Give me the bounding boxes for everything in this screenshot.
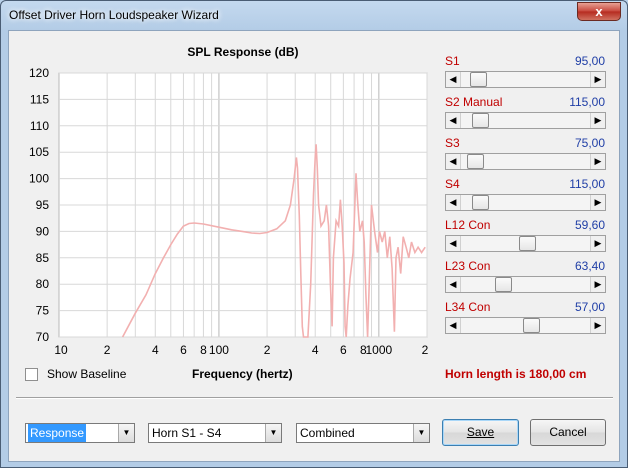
- y-tick-label: 75: [36, 304, 50, 318]
- param-label: L12 Con: [445, 218, 491, 232]
- y-tick-label: 95: [36, 198, 50, 212]
- param-label: S3: [445, 136, 460, 150]
- param-scrollbar[interactable]: ◀ ▶: [445, 317, 606, 334]
- param-scrollbar[interactable]: ◀ ▶: [445, 235, 606, 252]
- chart-title: SPL Response (dB): [187, 45, 298, 59]
- param-label: S2 Manual: [445, 95, 503, 109]
- param-value: 115,00: [569, 95, 605, 109]
- spl-response-chart: SPL Response (dB) 120 115 110 105 100 95 90 85 8…: [29, 45, 429, 357]
- arrow-right-icon[interactable]: ▶: [590, 318, 605, 333]
- param-scrollbar[interactable]: ◀ ▶: [445, 112, 606, 129]
- x-tick-label: 1000: [366, 343, 393, 357]
- param-scrollbar[interactable]: ◀ ▶: [445, 276, 606, 293]
- y-tick-label: 105: [29, 145, 49, 159]
- y-tick-label: 80: [36, 277, 50, 291]
- param-value: 57,00: [574, 300, 605, 314]
- view-select[interactable]: Response ▼: [25, 423, 135, 443]
- scrollbar-thumb[interactable]: [495, 277, 512, 292]
- x-tick-label: 6: [340, 343, 347, 357]
- y-tick-label: 100: [29, 172, 49, 186]
- param-scrollbar[interactable]: ◀ ▶: [445, 153, 606, 170]
- x-tick-label: 8: [200, 343, 207, 357]
- arrow-right-icon[interactable]: ▶: [590, 154, 605, 169]
- param-value: 59,60: [574, 218, 605, 232]
- y-tick-label: 110: [30, 119, 49, 133]
- show-baseline-checkbox[interactable]: [25, 368, 38, 381]
- title-bar: Offset Driver Horn Loudspeaker Wizard x: [1, 1, 627, 29]
- scrollbar-thumb[interactable]: [470, 72, 487, 87]
- param-scrollbar[interactable]: ◀ ▶: [445, 71, 606, 88]
- scrollbar-thumb[interactable]: [472, 113, 489, 128]
- y-tick-label: 85: [36, 251, 50, 265]
- show-baseline-label[interactable]: Show Baseline: [47, 367, 126, 381]
- y-tick-label: 90: [36, 224, 50, 238]
- x-tick-label: 10: [54, 343, 68, 357]
- x-tick-label: 100: [209, 343, 229, 357]
- arrow-left-icon[interactable]: ◀: [446, 154, 461, 169]
- x-tick-label: 2: [264, 343, 271, 357]
- x-tick-label: 4: [152, 343, 159, 357]
- x-tick-label: 4: [312, 343, 319, 357]
- param-value: 75,00: [574, 136, 605, 150]
- param-label: L34 Con: [445, 300, 491, 314]
- save-button-label: Save: [466, 425, 495, 439]
- param-value: 95,00: [574, 54, 605, 68]
- scrollbar-thumb[interactable]: [467, 154, 484, 169]
- window-title: Offset Driver Horn Loudspeaker Wizard: [9, 8, 219, 22]
- arrow-left-icon[interactable]: ◀: [446, 277, 461, 292]
- arrow-left-icon[interactable]: ◀: [446, 113, 461, 128]
- chevron-down-icon[interactable]: ▼: [265, 424, 281, 442]
- cancel-button[interactable]: Cancel: [530, 419, 606, 446]
- y-tick-label: 70: [36, 330, 50, 344]
- arrow-left-icon[interactable]: ◀: [446, 72, 461, 87]
- scrollbar-thumb[interactable]: [523, 318, 540, 333]
- x-tick-label: 2: [104, 343, 111, 357]
- arrow-left-icon[interactable]: ◀: [446, 236, 461, 251]
- horn-select[interactable]: Horn S1 - S4 ▼: [148, 423, 282, 443]
- divider: [16, 397, 613, 399]
- arrow-left-icon[interactable]: ◀: [446, 318, 461, 333]
- close-icon[interactable]: x: [577, 2, 621, 21]
- y-tick-label: 115: [30, 92, 49, 106]
- x-tick-label: 2: [422, 343, 429, 357]
- param-scrollbar[interactable]: ◀ ▶: [445, 194, 606, 211]
- arrow-right-icon[interactable]: ▶: [590, 277, 605, 292]
- param-label: S4: [445, 177, 460, 191]
- param-label: S1: [445, 54, 460, 68]
- mode-select-value: Combined: [300, 426, 355, 440]
- x-axis-title: Frequency (hertz): [192, 367, 293, 381]
- param-value: 115,00: [569, 177, 605, 191]
- wizard-window: Offset Driver Horn Loudspeaker Wizard x …: [0, 0, 628, 468]
- save-button[interactable]: Save: [442, 419, 519, 446]
- arrow-right-icon[interactable]: ▶: [590, 113, 605, 128]
- y-tick-label: 120: [29, 66, 49, 80]
- chevron-down-icon[interactable]: ▼: [118, 424, 134, 442]
- mode-select[interactable]: Combined ▼: [296, 423, 430, 443]
- chevron-down-icon[interactable]: ▼: [413, 424, 429, 442]
- scrollbar-thumb[interactable]: [519, 236, 536, 251]
- arrow-left-icon[interactable]: ◀: [446, 195, 461, 210]
- horn-select-value: Horn S1 - S4: [152, 426, 222, 440]
- arrow-right-icon[interactable]: ▶: [590, 195, 605, 210]
- horn-length-status: Horn length is 180,00 cm: [445, 367, 587, 381]
- scrollbar-thumb[interactable]: [472, 195, 489, 210]
- arrow-right-icon[interactable]: ▶: [590, 236, 605, 251]
- dialog-client-area: SPL Response (dB) 120 115 110 105 100 95 90 85 8…: [8, 30, 620, 462]
- view-select-value: Response: [28, 424, 87, 442]
- cancel-button-label: Cancel: [549, 425, 587, 439]
- param-label: L23 Con: [445, 259, 491, 273]
- arrow-right-icon[interactable]: ▶: [590, 72, 605, 87]
- x-tick-label: 6: [180, 343, 187, 357]
- param-value: 63,40: [574, 259, 605, 273]
